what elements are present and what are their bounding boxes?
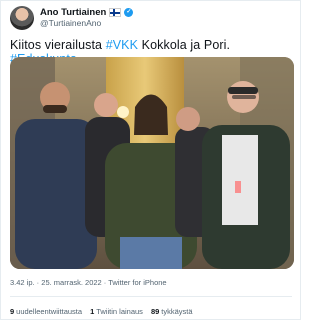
retweets-stat[interactable]: 9 uudelleentwiittausta <box>10 307 82 316</box>
quotes-stat[interactable]: 1 Twiitin lainaus <box>90 307 143 316</box>
group-photo-image <box>10 57 294 269</box>
tweet-text-part: Kiitos vierailusta <box>10 38 106 52</box>
author-block: Ano Turtiainen ✓ @TurtiainenAno <box>40 7 134 29</box>
author-name-row: Ano Turtiainen ✓ <box>40 7 134 18</box>
tweet-timestamp[interactable]: 3.42 ip. · 25. marrask. 2022 · Twitter f… <box>10 278 167 287</box>
author-handle[interactable]: @TurtiainenAno <box>40 18 133 29</box>
likes-stat[interactable]: 89 tykkäystä <box>151 307 193 316</box>
verified-badge-icon: ✓ <box>124 8 134 17</box>
retweets-label: uudelleentwiittausta <box>16 307 83 316</box>
avatar[interactable] <box>10 6 34 30</box>
finnish-flag-icon <box>109 8 122 17</box>
tweet-card: Ano Turtiainen ✓ @TurtiainenAno Kiitos v… <box>0 0 301 320</box>
tweet-stats: 9 uudelleentwiittausta 1 Twiitin lainaus 8… <box>10 307 193 316</box>
quotes-count: 1 <box>90 307 95 316</box>
divider <box>10 296 292 297</box>
tweet-photo[interactable] <box>10 57 294 269</box>
likes-count: 89 <box>150 307 160 316</box>
retweets-count: 9 <box>10 307 15 316</box>
likes-label: tykkäystä <box>161 307 193 316</box>
tweet-text-part: Kokkola ja Pori. <box>138 38 231 52</box>
quotes-label: Twiitin lainaus <box>96 307 143 316</box>
author-name[interactable]: Ano Turtiainen <box>40 7 106 18</box>
hashtag-vkk[interactable]: #VKK <box>106 38 138 52</box>
tweet-header: Ano Turtiainen ✓ @TurtiainenAno <box>10 5 134 31</box>
